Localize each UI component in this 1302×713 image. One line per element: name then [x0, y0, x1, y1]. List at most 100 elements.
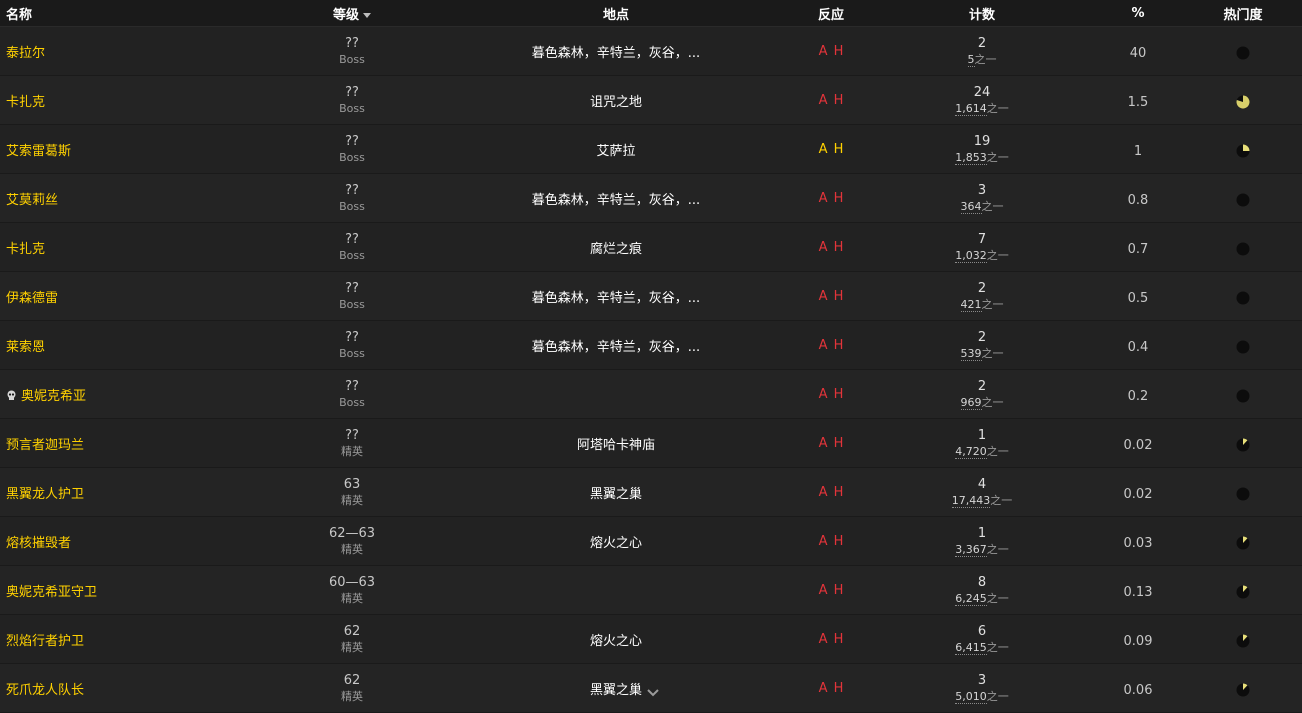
total-value[interactable]: 969 [960, 396, 982, 410]
level-cell: 62 精英 [262, 623, 442, 655]
header-count[interactable]: 计数 [872, 4, 1092, 23]
npc-name-link[interactable]: 莱索恩 [6, 340, 45, 355]
total-suffix: 之一 [986, 445, 1009, 458]
header-name[interactable]: 名称 [0, 4, 262, 23]
percent-cell: 0.09 [1092, 630, 1184, 649]
location-link[interactable]: 阿塔哈卡神庙 [577, 438, 655, 453]
count-cell: 7 1,032之一 [872, 231, 1092, 263]
location-link[interactable]: 暮色森林，辛特兰，灰谷，... [532, 46, 700, 61]
drop-percent: 0.4 [1127, 339, 1149, 355]
reaction-horde: H [833, 92, 844, 108]
location-link[interactable]: 黑翼之巢 [590, 487, 642, 502]
reaction-cell: A H [790, 485, 872, 500]
npc-name-link[interactable]: 伊森德雷 [6, 291, 58, 306]
drop-count: 2 [977, 330, 987, 345]
total-value[interactable]: 6,245 [955, 592, 987, 606]
table-row[interactable]: 泰拉尔?? Boss 暮色森林，辛特兰，灰谷，... A H 2 5之一 40 [0, 27, 1302, 76]
location-link[interactable]: 暮色森林，辛特兰，灰谷，... [532, 340, 700, 355]
table-row[interactable]: 预言者迦玛兰?? 精英 阿塔哈卡神庙 A H 1 4,720之一 0.02 [0, 419, 1302, 468]
chevron-down-icon[interactable] [646, 688, 660, 698]
npc-name-link[interactable]: 预言者迦玛兰 [6, 438, 84, 453]
location-link[interactable]: 黑翼之巢 [590, 683, 642, 698]
percent-cell: 0.7 [1092, 238, 1184, 257]
total-value[interactable]: 5,010 [955, 690, 987, 704]
total-value[interactable]: 421 [960, 298, 982, 312]
npc-name-link[interactable]: 卡扎克 [6, 95, 45, 110]
count-total: 969之一 [872, 395, 1092, 410]
level-cell: 60—63 精英 [262, 574, 442, 606]
total-value[interactable]: 17,443 [951, 494, 991, 508]
npc-name-link[interactable]: 黑翼龙人护卫 [6, 487, 84, 502]
location-link[interactable]: 诅咒之地 [590, 95, 642, 110]
total-value[interactable]: 5 [967, 53, 975, 67]
npc-name-cell: 艾索雷葛斯 [0, 140, 262, 159]
header-percent[interactable]: % [1092, 6, 1184, 21]
reaction-alliance: A [818, 190, 828, 206]
table-row[interactable]: 艾索雷葛斯?? Boss 艾萨拉 A H 19 1,853之一 1 [0, 125, 1302, 174]
npc-name-link[interactable]: 烈焰行者护卫 [6, 634, 84, 649]
table-row[interactable]: 熔核摧毁者 62—63 精英 熔火之心 A H 1 3,367之一 0.03 [0, 517, 1302, 566]
npc-name-cell: 死爪龙人队长 [0, 679, 262, 698]
drop-percent: 0.13 [1123, 584, 1153, 600]
npc-name-link[interactable]: 熔核摧毁者 [6, 536, 71, 551]
table-row[interactable]: 卡扎克?? Boss 腐烂之痕 A H 7 1,032之一 0.7 [0, 223, 1302, 272]
header-location[interactable]: 地点 [442, 4, 790, 23]
table-row[interactable]: 卡扎克?? Boss 诅咒之地 A H 24 1,614之一 1.5 [0, 76, 1302, 125]
percent-cell: 0.2 [1092, 385, 1184, 404]
npc-name-link[interactable]: 艾莫莉丝 [6, 193, 58, 208]
total-value[interactable]: 539 [960, 347, 982, 361]
total-value[interactable]: 1,032 [955, 249, 987, 263]
location-cell: 艾萨拉 [442, 140, 790, 159]
popularity-cell [1184, 140, 1302, 159]
npc-name-link[interactable]: 死爪龙人队长 [6, 683, 84, 698]
percent-cell: 0.02 [1092, 483, 1184, 502]
count-total: 364之一 [872, 199, 1092, 214]
location-link[interactable]: 暮色森林，辛特兰，灰谷，... [532, 193, 700, 208]
reaction-horde: H [833, 533, 844, 549]
table-row[interactable]: 黑翼龙人护卫 63 精英 黑翼之巢 A H 4 17,443之一 0.02 [0, 468, 1302, 517]
classification: 精英 [341, 592, 363, 605]
total-value[interactable]: 364 [960, 200, 982, 214]
total-suffix: 之一 [986, 641, 1009, 654]
table-row[interactable]: 伊森德雷?? Boss 暮色森林，辛特兰，灰谷，... A H 2 421之一 0.5 [0, 272, 1302, 321]
location-link[interactable]: 暮色森林，辛特兰，灰谷，... [532, 291, 700, 306]
header-level[interactable]: 等级 [262, 4, 442, 23]
table-row[interactable]: 艾莫莉丝?? Boss 暮色森林，辛特兰，灰谷，... A H 3 364之一 0.8 [0, 174, 1302, 223]
table-row[interactable]: 奥妮克希亚?? Boss A H 2 969之一 0.2 [0, 370, 1302, 419]
npc-name-link[interactable]: 奥妮克希亚守卫 [6, 585, 97, 600]
level-value: ?? [345, 232, 359, 247]
total-value[interactable]: 3,367 [955, 543, 987, 557]
location-cell: 黑翼之巢 [442, 679, 790, 698]
table-row[interactable]: 莱索恩?? Boss 暮色森林，辛特兰，灰谷，... A H 2 539之一 0.4 [0, 321, 1302, 370]
total-value[interactable]: 4,720 [955, 445, 987, 459]
total-value[interactable]: 1,853 [955, 151, 987, 165]
table-row[interactable]: 奥妮克希亚守卫 60—63 精英 A H 8 6,245之一 0.13 [0, 566, 1302, 615]
location-link[interactable]: 艾萨拉 [596, 144, 635, 159]
count-total: 5之一 [872, 52, 1092, 67]
popularity-cell [1184, 532, 1302, 551]
header-popularity[interactable]: 热门度 [1184, 4, 1302, 23]
npc-name-cell: 伊森德雷 [0, 287, 262, 306]
drop-count: 6 [977, 624, 987, 639]
npc-name-link[interactable]: 艾索雷葛斯 [6, 144, 71, 159]
npc-name-link[interactable]: 奥妮克希亚 [21, 389, 86, 404]
reaction-horde: H [833, 582, 844, 598]
reaction-horde: H [833, 239, 844, 255]
drop-count: 2 [977, 379, 987, 394]
npc-name-link[interactable]: 泰拉尔 [6, 46, 45, 61]
npc-name-link[interactable]: 卡扎克 [6, 242, 45, 257]
level-value: ?? [345, 330, 359, 345]
total-suffix: 之一 [974, 53, 997, 66]
popularity-cell [1184, 679, 1302, 698]
table-row[interactable]: 烈焰行者护卫 62 精英 熔火之心 A H 6 6,415之一 0.09 [0, 615, 1302, 664]
location-link[interactable]: 熔火之心 [590, 536, 642, 551]
total-value[interactable]: 1,614 [955, 102, 987, 116]
location-link[interactable]: 熔火之心 [590, 634, 642, 649]
location-link[interactable]: 腐烂之痕 [590, 242, 642, 257]
header-reaction[interactable]: 反应 [790, 4, 872, 23]
count-total: 5,010之一 [872, 689, 1092, 704]
total-value[interactable]: 6,415 [955, 641, 987, 655]
total-suffix: 之一 [981, 200, 1004, 213]
popularity-pie-icon [1236, 241, 1250, 256]
total-suffix: 之一 [986, 249, 1009, 262]
